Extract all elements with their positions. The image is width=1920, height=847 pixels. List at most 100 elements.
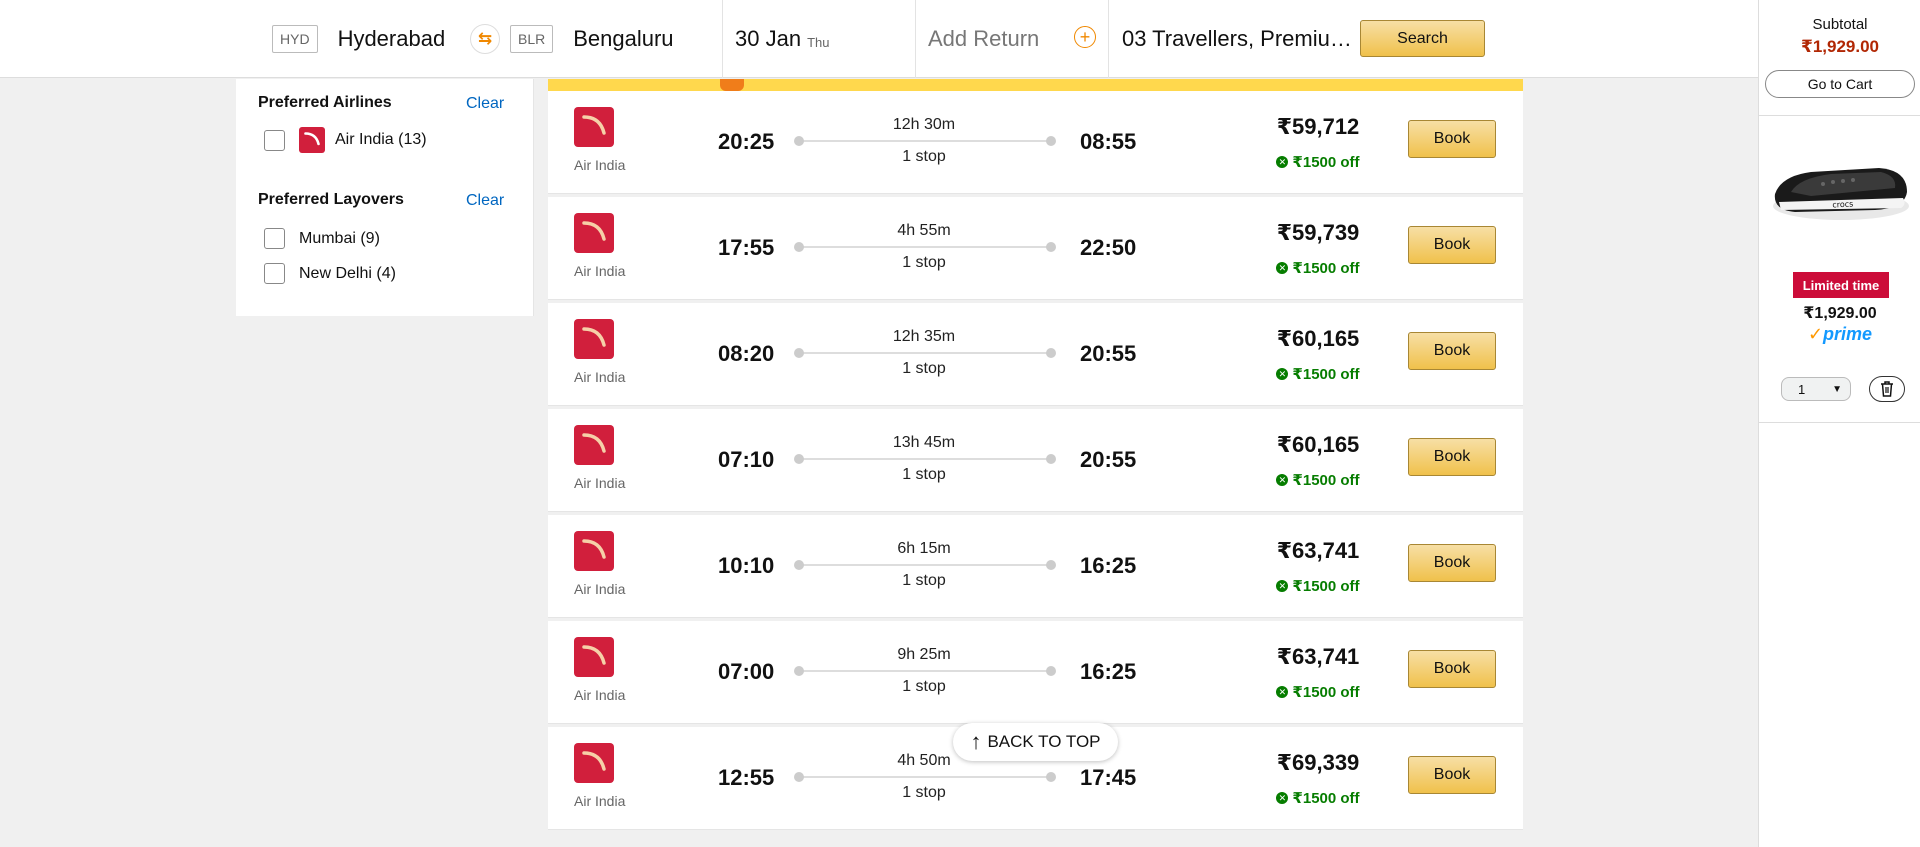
arrival-time: 20:55	[1080, 447, 1137, 472]
book-button[interactable]: Book	[1408, 120, 1496, 158]
prime-badge: ✓prime	[1807, 324, 1873, 344]
return-date-field[interactable]: Add Return	[928, 0, 1039, 78]
filters-panel: Preferred Airlines Clear Air India (13) …	[236, 79, 534, 316]
limited-time-badge: Limited time	[1793, 272, 1889, 298]
arrow-up-icon: ↑	[970, 729, 982, 754]
air-india-logo-icon	[574, 107, 614, 147]
flight-card[interactable]: Air India 10:10 6h 15m 1 stop 16:25 ₹63,741 ✕ ₹…	[548, 515, 1523, 618]
destination-dot	[1046, 560, 1056, 570]
book-button[interactable]: Book	[1408, 650, 1496, 688]
offer-icon: ✕	[1276, 474, 1289, 486]
layover-filter-mumbai[interactable]: Mumbai (9)	[264, 228, 380, 249]
departure-day: Thu	[807, 34, 830, 50]
discount-label: ✕ ₹1500 off	[1248, 365, 1388, 383]
flight-card[interactable]: Air India 07:10 13h 45m 1 stop 20:55 ₹60,165 ✕…	[548, 409, 1523, 512]
flight-duration: 12h 35m	[892, 328, 956, 345]
origin-dot	[794, 348, 804, 358]
route-line	[798, 564, 1050, 566]
chevron-down-icon: ▼	[1832, 383, 1842, 395]
stop-count: 1 stop	[902, 678, 946, 695]
departure-time: 07:10	[718, 447, 775, 472]
route-line	[798, 458, 1050, 460]
stop-count: 1 stop	[902, 784, 946, 801]
flight-card[interactable]: Air India 07:00 9h 25m 1 stop 16:25 ₹63,741 ✕ ₹…	[548, 621, 1523, 724]
checkbox[interactable]	[264, 228, 285, 249]
fare-price: ₹69,339	[1276, 750, 1360, 775]
stop-count: 1 stop	[902, 148, 946, 165]
origin-dot	[794, 666, 804, 676]
item-price: ₹1,929.00	[1803, 305, 1877, 322]
route-line	[798, 352, 1050, 354]
clear-airlines-link[interactable]: Clear	[466, 95, 504, 113]
airline-filter-air-india[interactable]: Air India (13)	[264, 127, 427, 153]
checkbox[interactable]	[264, 129, 285, 151]
departure-date: 30 Jan	[735, 26, 802, 51]
destination-field[interactable]: BLR Bengaluru	[510, 0, 674, 78]
flight-card[interactable]: Air India 17:55 4h 55m 1 stop 22:50 ₹59,739 ✕ ₹…	[548, 197, 1523, 300]
airline-name: Air India	[574, 475, 626, 491]
discount-label: ✕ ₹1500 off	[1248, 577, 1388, 595]
flight-duration: 12h 30m	[892, 116, 956, 133]
checkbox[interactable]	[264, 263, 285, 284]
offer-icon: ✕	[1276, 156, 1289, 168]
offer-icon: ✕	[1276, 580, 1289, 592]
air-india-logo-icon	[574, 743, 614, 783]
add-return-icon[interactable]: +	[1074, 26, 1096, 48]
airline-filter-label: Air India (13)	[335, 131, 427, 148]
book-button[interactable]: Book	[1408, 438, 1496, 476]
travellers-summary: 03 Travellers, Premiu…	[1122, 26, 1352, 51]
swap-cities-icon[interactable]: ⇆	[470, 24, 500, 54]
offer-icon: ✕	[1276, 262, 1289, 274]
layover-filter-new-delhi[interactable]: New Delhi (4)	[264, 263, 396, 284]
fare-price: ₹63,741	[1276, 644, 1360, 669]
offer-icon: ✕	[1276, 368, 1289, 380]
arrival-time: 16:25	[1080, 553, 1137, 578]
origin-dot	[794, 136, 804, 146]
origin-field[interactable]: HYD Hyderabad	[272, 0, 445, 78]
departure-time: 07:00	[718, 659, 775, 684]
origin-dot	[794, 772, 804, 782]
flight-duration: 13h 45m	[892, 434, 956, 451]
route-line	[798, 246, 1050, 248]
flight-duration: 6h 15m	[897, 540, 951, 557]
origin-dot	[794, 560, 804, 570]
layover-filter-label: New Delhi (4)	[299, 264, 396, 282]
air-india-logo-icon	[574, 425, 614, 465]
air-india-logo-icon	[574, 213, 614, 253]
route-line	[798, 670, 1050, 672]
go-to-cart-button[interactable]: Go to Cart	[1765, 70, 1915, 98]
stop-count: 1 stop	[902, 360, 946, 377]
book-button[interactable]: Book	[1408, 332, 1496, 370]
book-button[interactable]: Book	[1408, 756, 1496, 794]
quantity-select[interactable]: 1 ▼	[1781, 377, 1851, 401]
svg-text:crocs: crocs	[1832, 199, 1853, 209]
discount-label: ✕ ₹1500 off	[1248, 789, 1388, 807]
travellers-field[interactable]: 03 Travellers, Premiu…	[1122, 0, 1352, 78]
origin-dot	[794, 242, 804, 252]
origin-city: Hyderabad	[337, 26, 446, 51]
destination-code: BLR	[510, 25, 554, 53]
flight-search-bar: HYD Hyderabad ⇆ BLR Bengaluru 30 Jan Thu…	[0, 0, 1758, 78]
flight-card[interactable]: Air India 08:20 12h 35m 1 stop 20:55 ₹60,165 ✕…	[548, 303, 1523, 406]
return-placeholder: Add Return	[928, 26, 1040, 51]
preferred-airlines-title: Preferred Airlines	[258, 94, 392, 111]
arrival-time: 08:55	[1080, 129, 1137, 154]
delete-item-button[interactable]	[1869, 376, 1905, 402]
results-header-strip	[548, 79, 1523, 91]
book-button[interactable]: Book	[1408, 226, 1496, 264]
layover-filter-label: Mumbai (9)	[299, 229, 380, 247]
flight-card[interactable]: Air India 20:25 12h 30m 1 stop 08:55 ₹59,712 ✕…	[548, 91, 1523, 194]
back-to-top-button[interactable]: ↑ BACK TO TOP	[953, 723, 1118, 761]
flight-duration: 4h 55m	[897, 222, 951, 239]
destination-dot	[1046, 348, 1056, 358]
air-india-logo-icon	[299, 127, 325, 153]
product-image[interactable]: crocs	[1771, 148, 1911, 228]
airline-name: Air India	[574, 581, 626, 597]
origin-code: HYD	[272, 25, 318, 53]
arrival-time: 20:55	[1080, 341, 1137, 366]
search-button[interactable]: Search	[1360, 20, 1485, 57]
departure-date-field[interactable]: 30 Jan Thu	[735, 0, 829, 78]
clear-layovers-link[interactable]: Clear	[466, 192, 504, 210]
book-button[interactable]: Book	[1408, 544, 1496, 582]
trash-icon	[1881, 381, 1893, 397]
